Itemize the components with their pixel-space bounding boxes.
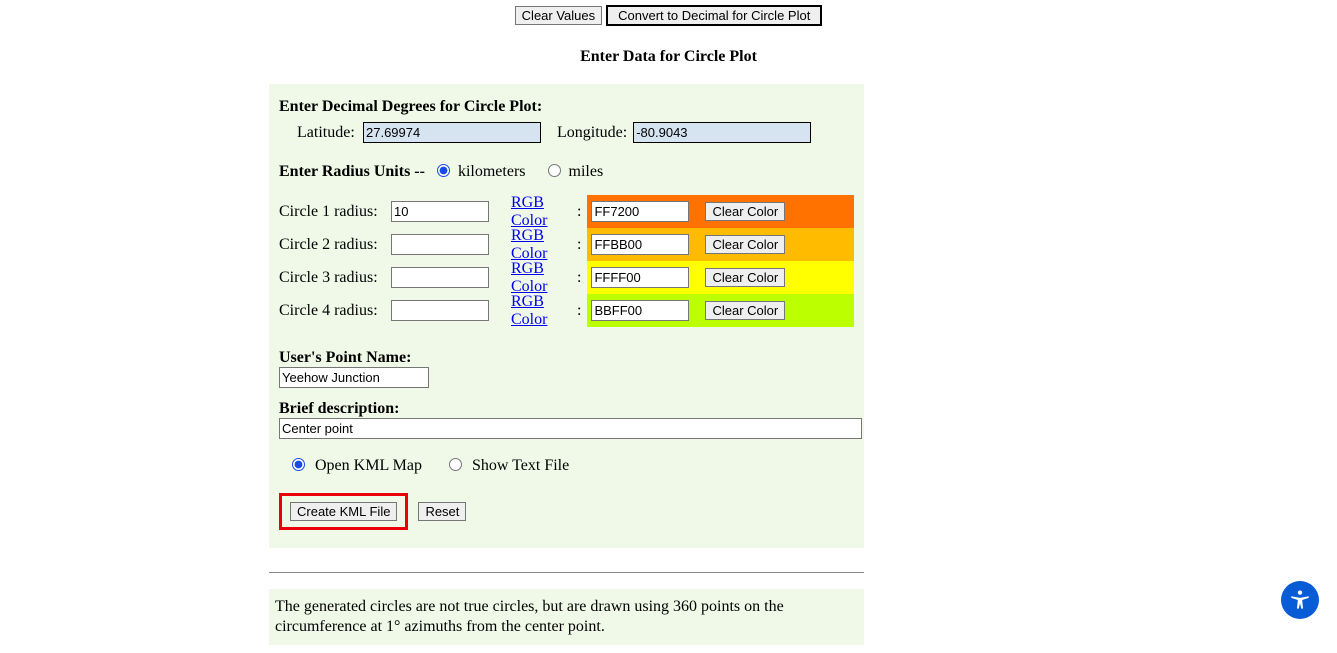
circle-2-swatch: Clear Color xyxy=(587,228,854,261)
create-kml-highlight: Create KML File xyxy=(279,493,408,530)
units-km-label: kilometers xyxy=(458,163,526,180)
circle-3-color-input[interactable] xyxy=(591,267,689,288)
radius-units-prefix: Enter Radius Units -- xyxy=(279,163,429,180)
output-options: Open KML Map Show Text File xyxy=(279,455,854,475)
rgb-color-link[interactable]: RGB Color xyxy=(511,227,547,262)
reset-button[interactable]: Reset xyxy=(418,502,466,521)
show-text-radio[interactable] xyxy=(449,458,462,471)
accessibility-button[interactable] xyxy=(1281,581,1319,619)
longitude-label: Longitude: xyxy=(545,124,629,142)
rgb-color-link[interactable]: RGB Color xyxy=(511,293,547,328)
open-kml-radio[interactable] xyxy=(292,458,305,471)
rgb-color-link[interactable]: RGB Color xyxy=(511,260,547,295)
point-name-input[interactable] xyxy=(279,367,429,388)
circle-3-clear-color-button[interactable]: Clear Color xyxy=(705,268,785,287)
rgb-color-link[interactable]: RGB Color xyxy=(511,194,547,229)
circle-2-clear-color-button[interactable]: Clear Color xyxy=(705,235,785,254)
circle-row: Circle 3 radius: RGB Color: Clear Color xyxy=(279,261,854,294)
clear-values-button[interactable]: Clear Values xyxy=(515,6,602,25)
description-heading: Brief description: xyxy=(279,400,854,418)
circle-1-radius-input[interactable] xyxy=(391,201,489,222)
units-km-radio[interactable] xyxy=(437,164,450,177)
radius-units-row: Enter Radius Units -- kilometers miles xyxy=(279,163,854,181)
create-kml-button[interactable]: Create KML File xyxy=(290,502,397,521)
circle-4-radius-input[interactable] xyxy=(391,300,489,321)
units-miles-radio[interactable] xyxy=(548,164,561,177)
separator xyxy=(269,572,864,573)
circle-4-swatch: Clear Color xyxy=(587,294,854,327)
circle-3-swatch: Clear Color xyxy=(587,261,854,294)
accessibility-icon xyxy=(1287,587,1313,613)
circle-row: Circle 4 radius: RGB Color: Clear Color xyxy=(279,294,854,327)
dd-heading: Enter Decimal Degrees for Circle Plot: xyxy=(279,98,854,116)
circle-row: Circle 2 radius: RGB Color: Clear Color xyxy=(279,228,854,261)
circle-1-color-input[interactable] xyxy=(591,201,689,222)
footnote: The generated circles are not true circl… xyxy=(269,589,864,645)
units-miles-label: miles xyxy=(569,163,604,180)
circle-row: Circle 1 radius: RGB Color: Clear Color xyxy=(279,195,854,228)
point-name-heading: User's Point Name: xyxy=(279,349,854,367)
latitude-input[interactable] xyxy=(363,122,541,143)
circle-2-color-input[interactable] xyxy=(591,234,689,255)
circle-radius-label: Circle 2 radius: xyxy=(279,236,391,254)
circle-radius-label: Circle 4 radius: xyxy=(279,302,391,320)
circle-4-clear-color-button[interactable]: Clear Color xyxy=(705,301,785,320)
latitude-label: Latitude: xyxy=(279,124,359,142)
circle-1-swatch: Clear Color xyxy=(587,195,854,228)
circle-2-radius-input[interactable] xyxy=(391,234,489,255)
circle-radius-label: Circle 3 radius: xyxy=(279,269,391,287)
circle-4-color-input[interactable] xyxy=(591,300,689,321)
circle-3-radius-input[interactable] xyxy=(391,267,489,288)
circle-radius-label: Circle 1 radius: xyxy=(279,203,391,221)
circle-plot-panel: Enter Decimal Degrees for Circle Plot: L… xyxy=(269,84,864,548)
show-text-label: Show Text File xyxy=(472,457,569,474)
convert-to-decimal-button[interactable]: Convert to Decimal for Circle Plot xyxy=(606,5,822,26)
circle-1-clear-color-button[interactable]: Clear Color xyxy=(705,202,785,221)
section-title: Enter Data for Circle Plot xyxy=(0,48,1337,66)
longitude-input[interactable] xyxy=(633,122,811,143)
description-input[interactable] xyxy=(279,418,862,439)
open-kml-label: Open KML Map xyxy=(315,457,422,474)
